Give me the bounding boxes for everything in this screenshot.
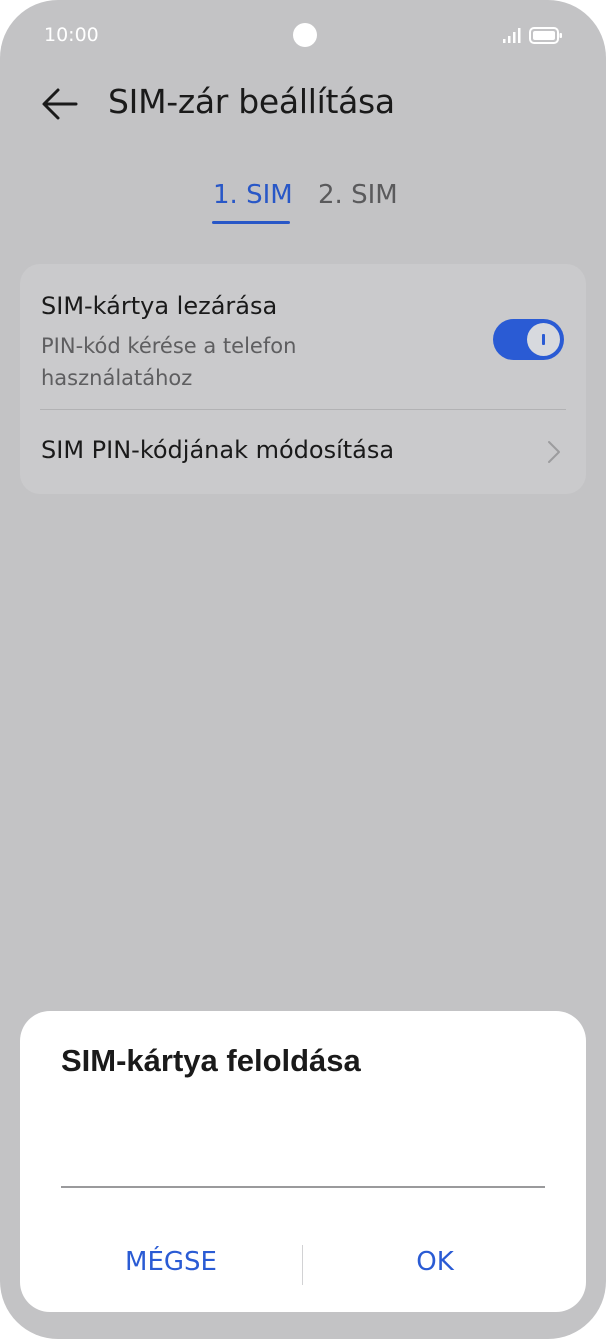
signal-icon	[503, 28, 521, 43]
lock-sim-title: SIM-kártya lezárása	[41, 292, 278, 320]
change-pin-title: SIM PIN-kódjának módosítása	[41, 436, 395, 464]
tab-active-indicator	[212, 221, 290, 224]
chevron-right-icon	[548, 441, 560, 463]
settings-card: SIM-kártya lezárása PIN-kód kérése a tel…	[20, 264, 586, 494]
toggle-knob	[527, 323, 560, 356]
unlock-sim-dialog: SIM-kártya feloldása MÉGSE OK	[20, 1011, 586, 1312]
ok-button[interactable]: OK	[345, 1247, 525, 1277]
cancel-button[interactable]: MÉGSE	[81, 1247, 261, 1277]
pin-input[interactable]	[61, 1141, 545, 1185]
button-separator	[302, 1245, 303, 1285]
input-underline	[61, 1186, 545, 1188]
tab-sim-2[interactable]: 2. SIM	[318, 180, 398, 210]
lock-sim-subtitle: PIN-kód kérése a telefon használatához	[41, 334, 297, 390]
phone-screen: 10:00 SIM-zár beállítása 1. SIM 2. SIM S…	[0, 0, 606, 1339]
change-pin-row[interactable]: SIM PIN-kódjának módosítása	[20, 410, 586, 494]
dialog-title: SIM-kártya feloldása	[61, 1043, 361, 1078]
front-camera	[293, 23, 317, 47]
page-title: SIM-zár beállítása	[108, 82, 395, 121]
status-time: 10:00	[44, 24, 99, 46]
battery-icon	[529, 27, 562, 44]
lock-sim-toggle[interactable]	[493, 319, 564, 360]
arrow-left-icon[interactable]	[40, 84, 80, 124]
tab-sim-1[interactable]: 1. SIM	[213, 180, 293, 210]
